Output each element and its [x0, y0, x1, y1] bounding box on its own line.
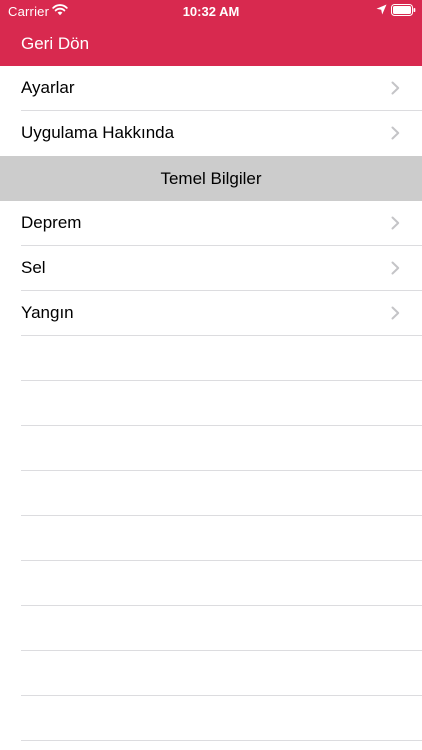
- list-item-label: Sel: [21, 258, 46, 277]
- menu-item-label: Uygulama Hakkında: [21, 123, 175, 142]
- app-screen: Carrier 10:32 AM Geri Dön Ayarlar Uygula…: [0, 0, 422, 750]
- top-bar: Carrier 10:32 AM Geri Dön: [0, 0, 422, 66]
- chevron-right-icon: [391, 306, 400, 320]
- chevron-right-icon: [391, 126, 400, 140]
- empty-row: [0, 426, 422, 471]
- status-time: 10:32 AM: [182, 4, 240, 19]
- section-title: Temel Bilgiler: [160, 169, 262, 188]
- list-item-label: Deprem: [21, 213, 82, 232]
- settings-list: Ayarlar Uygulama Hakkında Temel Bilgiler…: [0, 66, 422, 741]
- list-item-sel[interactable]: Sel: [0, 246, 422, 291]
- chevron-right-icon: [391, 216, 400, 230]
- chevron-right-icon: [391, 261, 400, 275]
- empty-row: [0, 561, 422, 606]
- empty-row: [0, 336, 422, 381]
- navigation-bar: Geri Dön: [0, 22, 422, 66]
- list-item-label: Yangın: [21, 303, 74, 322]
- location-arrow-icon: [376, 4, 387, 15]
- status-bar: Carrier 10:32 AM: [0, 0, 422, 22]
- back-button[interactable]: Geri Dön: [21, 34, 89, 54]
- empty-row: [0, 381, 422, 426]
- chevron-right-icon: [391, 81, 400, 95]
- empty-row: [0, 696, 422, 741]
- empty-row: [0, 516, 422, 561]
- menu-item-label: Ayarlar: [21, 78, 75, 97]
- list-item-yangin[interactable]: Yangın: [0, 291, 422, 336]
- row-separator: [21, 740, 422, 741]
- empty-row: [0, 651, 422, 696]
- section-header: Temel Bilgiler: [0, 156, 422, 201]
- menu-item-ayarlar[interactable]: Ayarlar: [0, 66, 422, 111]
- battery-icon: [391, 4, 416, 16]
- menu-item-uygulama-hakkinda[interactable]: Uygulama Hakkında: [0, 111, 422, 156]
- empty-row: [0, 606, 422, 651]
- list-item-deprem[interactable]: Deprem: [0, 201, 422, 246]
- empty-row: [0, 471, 422, 516]
